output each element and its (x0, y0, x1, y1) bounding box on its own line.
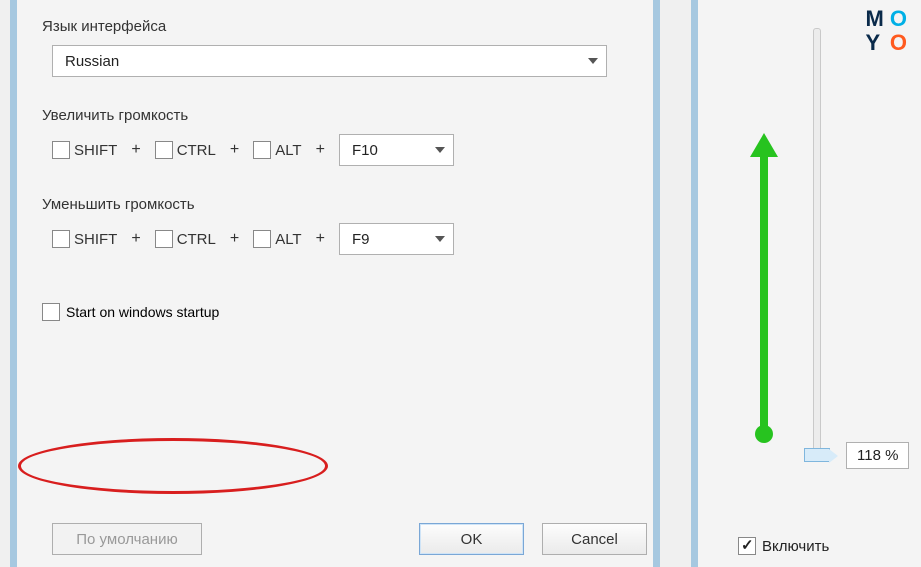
ok-button[interactable]: OK (419, 523, 524, 555)
volume-slider-thumb[interactable] (804, 448, 830, 462)
increase-key-value: F10 (352, 142, 378, 159)
ctrl-modifier[interactable]: CTRL (155, 230, 216, 248)
ctrl-checkbox-decrease[interactable] (155, 230, 173, 248)
startup-checkbox[interactable] (42, 303, 60, 321)
shift-checkbox-increase[interactable] (52, 141, 70, 159)
increase-hotkey-row: SHIFT + CTRL + ALT + F10 (52, 134, 628, 166)
enable-label: Включить (762, 538, 829, 555)
moyo-logo: M O Y O (866, 8, 907, 54)
alt-checkbox-increase[interactable] (253, 141, 271, 159)
shift-modifier[interactable]: SHIFT (52, 230, 117, 248)
startup-label: Start on windows startup (66, 304, 219, 320)
increase-volume-label: Увеличить громкость (42, 107, 628, 124)
alt-modifier[interactable]: ALT (253, 230, 301, 248)
plus-icon: + (131, 230, 140, 248)
alt-checkbox-decrease[interactable] (253, 230, 271, 248)
volume-percent: 118 % (846, 442, 909, 469)
decrease-hotkey-row: SHIFT + CTRL + ALT + F9 (52, 223, 628, 255)
shift-modifier[interactable]: SHIFT (52, 141, 117, 159)
ctrl-modifier[interactable]: CTRL (155, 141, 216, 159)
shift-checkbox-decrease[interactable] (52, 230, 70, 248)
annotation-arrow-icon (760, 155, 768, 435)
settings-dialog: Язык интерфейса Russian Увеличить громко… (10, 0, 660, 567)
decrease-key-select[interactable]: F9 (339, 223, 454, 255)
cancel-button[interactable]: Cancel (542, 523, 647, 555)
chevron-down-icon (588, 58, 598, 64)
chevron-down-icon (435, 147, 445, 153)
plus-icon: + (131, 141, 140, 159)
plus-icon: + (316, 230, 325, 248)
decrease-key-value: F9 (352, 231, 370, 248)
alt-modifier[interactable]: ALT (253, 141, 301, 159)
language-select[interactable]: Russian (52, 45, 607, 77)
plus-icon: + (230, 141, 239, 159)
ctrl-checkbox-increase[interactable] (155, 141, 173, 159)
plus-icon: + (230, 230, 239, 248)
language-label: Язык интерфейса (42, 18, 628, 35)
dialog-buttons: По умолчанию OK Cancel (52, 523, 647, 555)
enable-checkbox[interactable] (738, 537, 756, 555)
startup-row[interactable]: Start on windows startup (42, 303, 219, 321)
language-value: Russian (65, 53, 119, 70)
increase-key-select[interactable]: F10 (339, 134, 454, 166)
volume-panel: 118 % Включить M O Y O (691, 0, 921, 567)
default-button[interactable]: По умолчанию (52, 523, 202, 555)
decrease-volume-label: Уменьшить громкость (42, 196, 628, 213)
chevron-down-icon (435, 236, 445, 242)
volume-slider-track[interactable] (813, 28, 821, 458)
plus-icon: + (316, 141, 325, 159)
enable-row[interactable]: Включить (738, 537, 829, 555)
